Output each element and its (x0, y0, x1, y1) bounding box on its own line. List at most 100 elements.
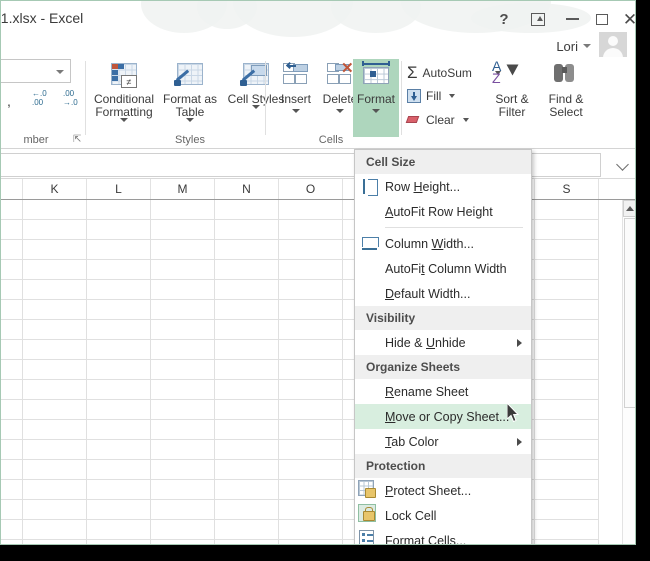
grid-cell[interactable] (1, 260, 23, 280)
grid-cell[interactable] (151, 360, 215, 380)
grid-cell[interactable] (1, 540, 23, 545)
conditional-formatting-button[interactable]: ≠ Conditional Formatting (91, 61, 157, 122)
comma-style-button[interactable]: , (7, 93, 11, 109)
grid-cell[interactable] (215, 440, 279, 460)
grid-cell[interactable] (23, 400, 87, 420)
grid-cell[interactable] (215, 520, 279, 540)
grid-cell[interactable] (1, 460, 23, 480)
grid-cell[interactable] (1, 340, 23, 360)
grid-cell[interactable] (1, 200, 23, 220)
grid-cell[interactable] (215, 300, 279, 320)
grid-cell[interactable] (1, 320, 23, 340)
format-dropdown-menu[interactable]: Cell SizeRow Height...AutoFit Row Height… (354, 149, 532, 545)
column-header-l[interactable]: L (87, 179, 151, 199)
grid-cell[interactable] (535, 340, 599, 360)
grid-cell[interactable] (23, 380, 87, 400)
grid-cell[interactable] (151, 520, 215, 540)
grid-cell[interactable] (151, 340, 215, 360)
grid-cell[interactable] (23, 520, 87, 540)
grid-cell[interactable] (87, 220, 151, 240)
grid-cell[interactable] (23, 480, 87, 500)
grid-cell[interactable] (215, 240, 279, 260)
account-area[interactable]: Lori (556, 32, 627, 57)
grid-cell[interactable] (87, 460, 151, 480)
ribbon-display-options-button[interactable] (525, 9, 551, 29)
format-button[interactable]: Format (353, 61, 399, 113)
grid-cell[interactable] (151, 440, 215, 460)
grid-cell[interactable] (215, 220, 279, 240)
scrollbar-thumb[interactable] (624, 218, 636, 408)
grid-cell[interactable] (535, 500, 599, 520)
grid-cell[interactable] (279, 220, 343, 240)
grid-cell[interactable] (87, 500, 151, 520)
grid-cell[interactable] (23, 280, 87, 300)
grid-cell[interactable] (535, 220, 599, 240)
grid-cell[interactable] (87, 360, 151, 380)
grid-cell[interactable] (87, 200, 151, 220)
grid-cell[interactable] (87, 520, 151, 540)
grid-cell[interactable] (279, 500, 343, 520)
grid-cell[interactable] (87, 540, 151, 545)
grid-cell[interactable] (151, 320, 215, 340)
grid-cell[interactable] (23, 360, 87, 380)
grid-cell[interactable] (87, 420, 151, 440)
scroll-up-arrow-icon[interactable] (623, 200, 636, 217)
grid-cell[interactable] (279, 240, 343, 260)
grid-cell[interactable] (151, 260, 215, 280)
grid-cell[interactable] (1, 400, 23, 420)
column-header-m[interactable]: M (151, 179, 215, 199)
grid-cell[interactable] (535, 420, 599, 440)
grid-cell[interactable] (215, 200, 279, 220)
grid-cell[interactable] (151, 200, 215, 220)
grid-cell[interactable] (215, 260, 279, 280)
decrease-decimal-button[interactable]: ←.0.00 (32, 89, 47, 107)
grid-cell[interactable] (1, 480, 23, 500)
grid-cell[interactable] (1, 220, 23, 240)
column-header-n[interactable]: N (215, 179, 279, 199)
vertical-scrollbar[interactable] (622, 200, 636, 545)
menu-item-protect-sheet[interactable]: Protect Sheet... (355, 478, 531, 503)
grid-cell[interactable] (535, 540, 599, 545)
maximize-button[interactable] (589, 9, 615, 29)
grid-cell[interactable] (215, 380, 279, 400)
column-header-o[interactable]: O (279, 179, 343, 199)
grid-cell[interactable] (279, 300, 343, 320)
minimize-button[interactable] (559, 9, 585, 29)
grid-cell[interactable] (87, 400, 151, 420)
grid-cell[interactable] (215, 540, 279, 545)
increase-decimal-button[interactable]: .00→.0 (63, 89, 78, 107)
grid-cell[interactable] (1, 520, 23, 540)
menu-item-column-width[interactable]: Column Width... (355, 231, 531, 256)
menu-item-tab-color[interactable]: Tab Color (355, 429, 531, 454)
grid-cell[interactable] (23, 300, 87, 320)
grid-cell[interactable] (279, 280, 343, 300)
close-button[interactable]: ✕ (617, 9, 636, 29)
grid-cell[interactable] (23, 260, 87, 280)
grid-cell[interactable] (535, 460, 599, 480)
menu-item-row-height[interactable]: Row Height... (355, 174, 531, 199)
menu-item-rename-sheet[interactable]: Rename Sheet (355, 379, 531, 404)
menu-item-format-cells[interactable]: Format Cells... (355, 528, 531, 545)
grid-cell[interactable] (535, 300, 599, 320)
menu-item-hide-unhide[interactable]: Hide & Unhide (355, 330, 531, 355)
grid-cell[interactable] (279, 200, 343, 220)
menu-item-autofit-column-width[interactable]: AutoFit Column Width (355, 256, 531, 281)
column-header-partial[interactable] (1, 179, 23, 199)
grid-cell[interactable] (1, 300, 23, 320)
grid-cell[interactable] (215, 320, 279, 340)
grid-cell[interactable] (215, 500, 279, 520)
grid-cell[interactable] (151, 300, 215, 320)
menu-item-lock-cell[interactable]: Lock Cell (355, 503, 531, 528)
grid-cell[interactable] (535, 200, 599, 220)
grid-cell[interactable] (1, 500, 23, 520)
grid-cell[interactable] (535, 280, 599, 300)
grid-cell[interactable] (151, 420, 215, 440)
insert-cells-button[interactable]: Insert (273, 61, 319, 113)
grid-cell[interactable] (279, 520, 343, 540)
grid-cell[interactable] (87, 260, 151, 280)
grid-cell[interactable] (151, 500, 215, 520)
grid-cell[interactable] (279, 480, 343, 500)
column-header-s[interactable]: S (535, 179, 599, 199)
grid-cell[interactable] (151, 540, 215, 545)
grid-cell[interactable] (1, 360, 23, 380)
